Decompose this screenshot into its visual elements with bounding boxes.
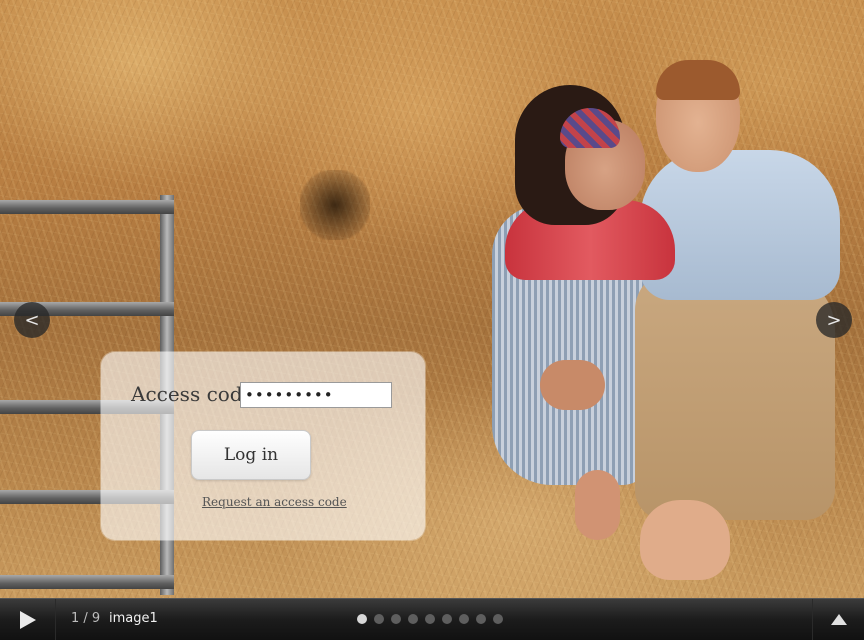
access-code-label: Access code [131,382,255,406]
man-shirt [640,150,840,300]
play-icon [19,610,36,629]
pagination-dots [357,614,503,624]
woman-foot [575,470,620,540]
man-hair [656,60,740,100]
slideshow-controls: 1 / 9 image1 [0,598,864,640]
image-title: image1 [109,611,158,626]
expand-thumbnails-button[interactable] [812,599,864,640]
pagination-dot[interactable] [442,614,452,624]
pagination-dot[interactable] [391,614,401,624]
pagination-dot[interactable] [357,614,367,624]
chevron-right-icon: > [826,309,842,331]
man-foot [640,500,730,580]
image-counter: 1 / 9 [71,611,101,626]
hay-bale-gap [300,170,370,240]
login-button[interactable]: Log in [191,430,311,480]
request-access-code-link[interactable]: Request an access code [202,495,347,509]
ladder-rung [0,575,174,589]
next-image-button[interactable]: > [816,302,852,338]
login-panel: Access code Log in Request an access cod… [101,352,425,540]
pagination-dot[interactable] [493,614,503,624]
previous-image-button[interactable]: < [14,302,50,338]
triangle-up-icon [831,614,847,625]
pagination-dot[interactable] [425,614,435,624]
pagination-dot[interactable] [476,614,486,624]
woman-foot [540,360,605,410]
play-button[interactable] [0,599,56,640]
ladder-rung [0,200,174,214]
chevron-left-icon: < [24,309,40,331]
pagination-dot[interactable] [408,614,418,624]
access-code-input[interactable] [240,382,392,408]
pagination-dot[interactable] [374,614,384,624]
pagination-dot[interactable] [459,614,469,624]
man-pants [635,270,835,520]
